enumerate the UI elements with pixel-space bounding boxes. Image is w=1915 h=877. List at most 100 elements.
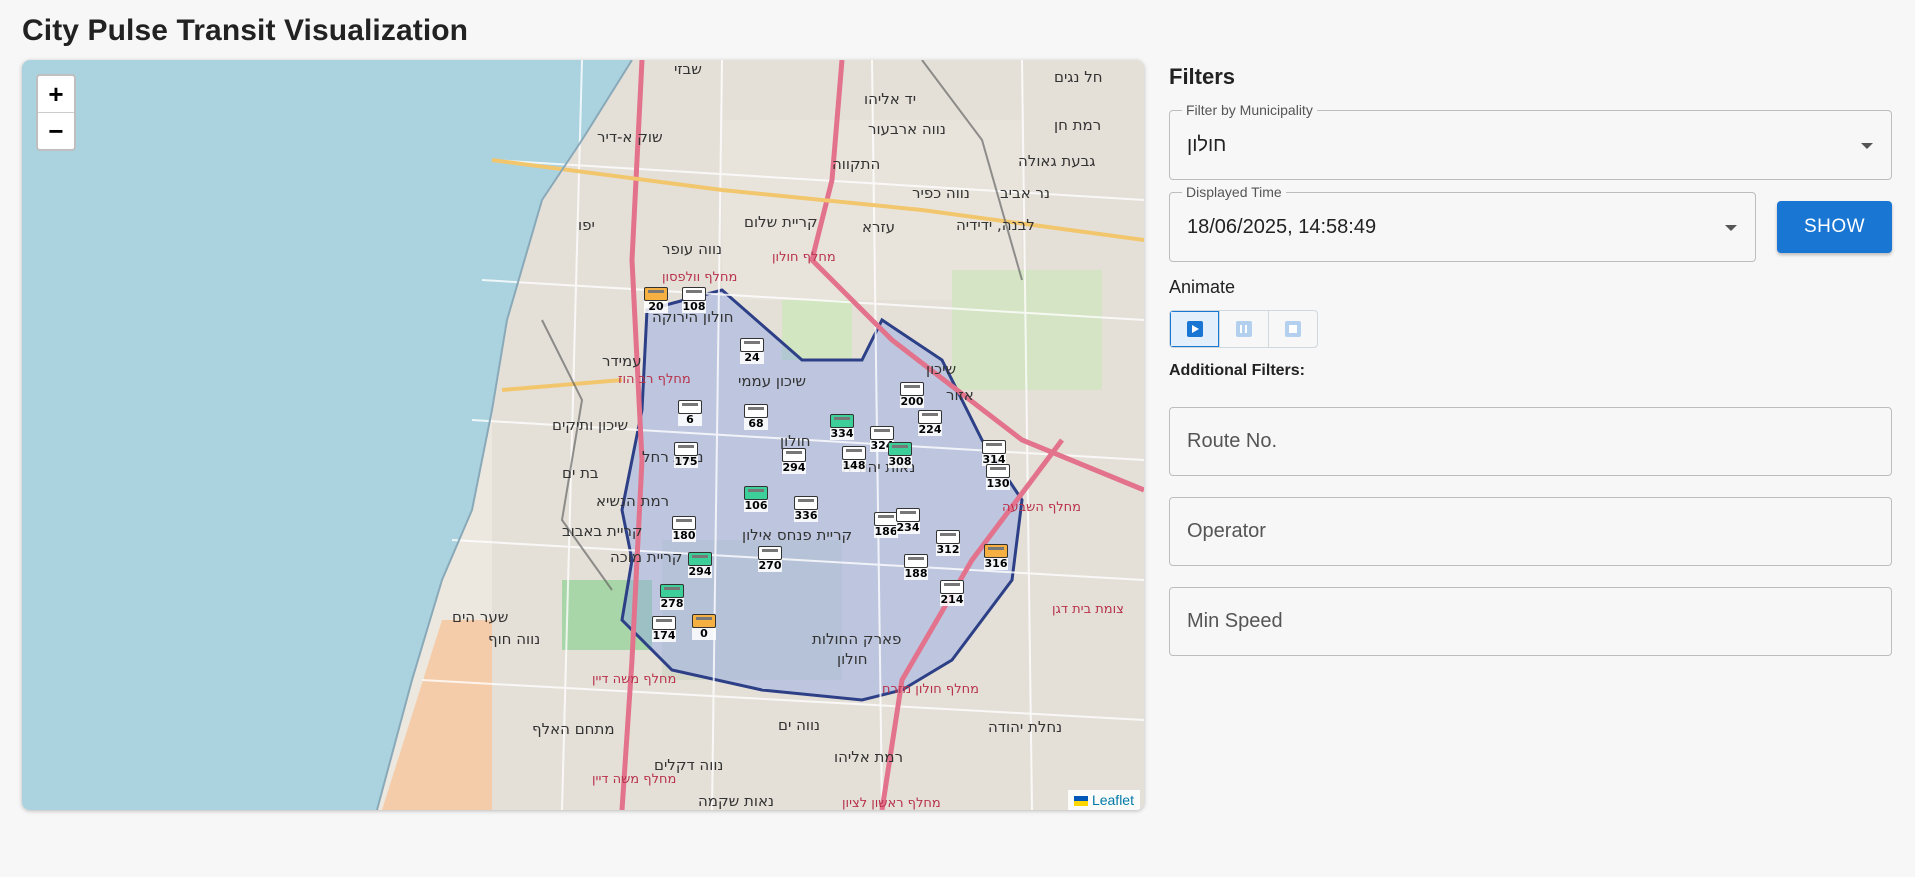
interchange-label: מחלף חולון <box>772 250 836 265</box>
bus-icon <box>940 580 964 594</box>
time-label: Displayed Time <box>1182 184 1286 200</box>
route-label: 224 <box>918 423 942 436</box>
bus-marker[interactable]: 278 <box>660 584 684 610</box>
operator-placeholder: Operator <box>1187 520 1266 542</box>
bus-marker[interactable]: 316 <box>984 544 1008 570</box>
bus-icon <box>984 544 1008 558</box>
route-label: 130 <box>986 477 1010 490</box>
bus-icon <box>782 448 806 462</box>
bus-marker[interactable]: 234 <box>896 508 920 534</box>
place-label: שוק א-דיר <box>597 128 663 146</box>
route-label: 234 <box>896 521 920 534</box>
bus-marker[interactable]: 6 <box>678 400 702 426</box>
place-label: קריית פנחס אילון <box>742 526 853 544</box>
map-tiles[interactable] <box>22 60 1144 810</box>
filters-heading: Filters <box>1169 64 1236 89</box>
chevron-down-icon <box>1861 143 1873 149</box>
zoom-out-button[interactable]: − <box>38 112 74 149</box>
place-label: בת ים <box>562 464 599 482</box>
place-label: יפו <box>578 216 595 234</box>
bus-icon <box>900 382 924 396</box>
bus-marker[interactable]: 334 <box>830 414 854 440</box>
stop-icon <box>1285 321 1301 337</box>
bus-icon <box>644 287 668 301</box>
operator-input[interactable]: Operator <box>1169 497 1892 566</box>
pause-button[interactable] <box>1219 311 1268 347</box>
route-label: 108 <box>682 300 706 313</box>
bus-icon <box>870 426 894 440</box>
place-label: קריית באבוב <box>562 522 643 540</box>
route-label: 308 <box>888 455 912 468</box>
route-label: 174 <box>652 629 676 642</box>
bus-marker[interactable]: 294 <box>688 552 712 578</box>
bus-marker[interactable]: 314 <box>982 440 1006 466</box>
place-label: נווה עופר <box>662 240 723 258</box>
zoom-control: + − <box>36 74 76 151</box>
route-input[interactable]: Route No. <box>1169 407 1892 476</box>
place-label: נווה ארבעור <box>868 120 946 138</box>
route-label: 278 <box>660 597 684 610</box>
bus-marker[interactable]: 270 <box>758 546 782 572</box>
bus-marker[interactable]: 308 <box>888 442 912 468</box>
bus-marker[interactable]: 130 <box>986 464 1010 490</box>
bus-marker[interactable]: 214 <box>940 580 964 606</box>
time-select[interactable]: Displayed Time 18/06/2025, 14:58:49 <box>1169 184 1756 262</box>
leaflet-link[interactable]: Leaflet <box>1092 792 1134 808</box>
time-value: 18/06/2025, 14:58:49 <box>1187 216 1377 238</box>
bus-icon <box>688 552 712 566</box>
bus-icon <box>918 410 942 424</box>
route-label: 20 <box>644 301 668 313</box>
place-label: שיכון ותיקים <box>552 416 629 434</box>
bus-marker[interactable]: 336 <box>794 496 818 522</box>
show-button[interactable]: SHOW <box>1777 201 1892 253</box>
interchange-label: מחלף משה דיין <box>592 772 677 787</box>
route-label: 6 <box>678 414 702 426</box>
place-label: גבעת גאולה <box>1018 152 1096 170</box>
route-label: 186 <box>874 525 898 538</box>
min-speed-input[interactable]: Min Speed <box>1169 587 1892 656</box>
bus-marker[interactable]: 20 <box>644 287 668 313</box>
play-button[interactable] <box>1170 311 1219 347</box>
place-label: יד אליהו <box>864 90 917 108</box>
map-container[interactable]: + − שבזי שוק א-דיר יפו נווה עופר קריית ש… <box>22 60 1144 810</box>
place-label: נווה חוף <box>488 630 541 648</box>
bus-marker[interactable]: 175 <box>674 442 698 468</box>
bus-marker[interactable]: 148 <box>842 446 866 472</box>
bus-marker[interactable]: 106 <box>744 486 768 512</box>
route-label: 68 <box>744 418 768 430</box>
place-label: עזרא <box>862 218 896 236</box>
bus-marker[interactable]: 180 <box>672 516 696 542</box>
route-label: 294 <box>688 565 712 578</box>
route-label: 0 <box>692 628 716 640</box>
bus-marker[interactable]: 200 <box>900 382 924 408</box>
municipality-select[interactable]: Filter by Municipality חולון <box>1169 102 1892 180</box>
bus-marker[interactable]: 108 <box>682 287 706 313</box>
zoom-in-button[interactable]: + <box>38 76 74 112</box>
bus-marker[interactable]: 24 <box>740 338 764 364</box>
map-attribution[interactable]: Leaflet <box>1067 790 1140 810</box>
bus-marker[interactable]: 68 <box>744 404 768 430</box>
page-title: City Pulse Transit Visualization <box>22 14 469 47</box>
bus-marker[interactable]: 294 <box>782 448 806 474</box>
municipality-value: חולון <box>1187 134 1227 156</box>
bus-icon <box>674 442 698 456</box>
place-label: נאות שקמה <box>698 792 775 810</box>
min-speed-placeholder: Min Speed <box>1187 610 1283 632</box>
bus-marker[interactable]: 312 <box>936 530 960 556</box>
bus-marker[interactable]: 0 <box>692 614 716 640</box>
bus-marker[interactable]: 188 <box>904 554 928 580</box>
stop-button[interactable] <box>1268 311 1317 347</box>
bus-marker[interactable]: 174 <box>652 616 676 642</box>
route-label: 106 <box>744 499 768 512</box>
place-label: קריית שלום <box>744 213 818 231</box>
bus-marker[interactable]: 224 <box>918 410 942 436</box>
place-label: חולון <box>837 650 868 668</box>
bus-icon <box>982 440 1006 454</box>
bus-marker[interactable]: 186 <box>874 512 898 538</box>
interchange-label: מחלף משה דיין <box>592 672 677 687</box>
play-icon <box>1186 321 1203 337</box>
place-label: שיכון <box>926 360 957 378</box>
animate-controls <box>1169 310 1318 348</box>
route-label: 188 <box>904 567 928 580</box>
place-label: התקווה <box>832 155 881 173</box>
